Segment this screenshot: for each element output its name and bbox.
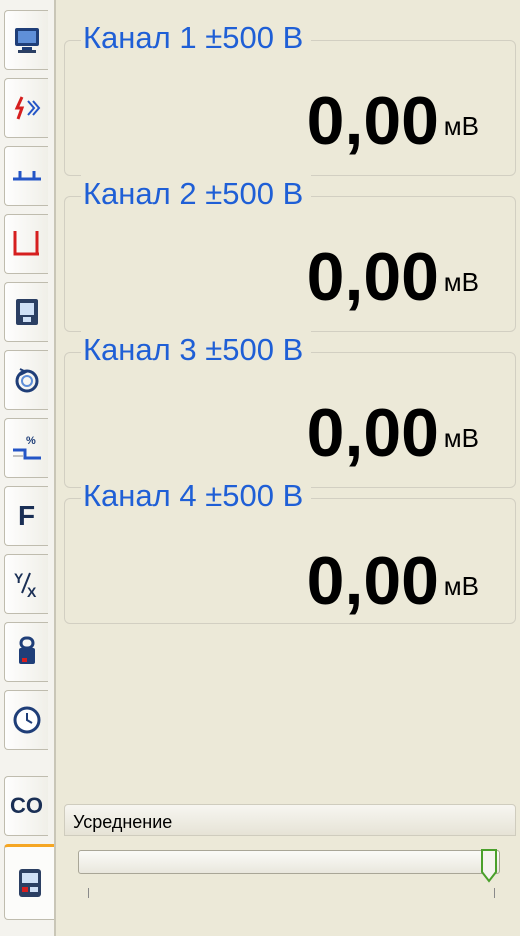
svg-text:Y: Y [14,570,24,586]
pulse-high-icon [13,231,39,256]
tab-device[interactable] [4,282,48,342]
channel-1-unit: мВ [443,111,479,141]
slider-tick-max [494,888,495,898]
channel-2-panel: Канал 2 ±500 В 0,00 мВ [64,175,516,332]
tab-rotate[interactable] [4,350,48,410]
channel-3-panel: Канал 3 ±500 В 0,00 мВ [64,331,516,488]
channel-2-value: 0,00 [306,239,439,315]
averaging-slider-thumb[interactable] [480,848,498,884]
channel-3-unit: мВ [443,423,479,453]
rotate-icon [15,368,38,393]
tab-switch[interactable] [4,78,48,138]
tab-frequency[interactable]: F [4,486,48,546]
channel-4-title: Канал 4 ±500 В [81,477,312,515]
svg-text:X: X [27,584,37,599]
co-icon: CO [10,793,43,818]
slider-tick-min [88,888,89,898]
tab-probe[interactable] [4,622,48,682]
monitor-icon [14,28,39,53]
channel-4-panel: Канал 4 ±500 В 0,00 мВ [64,477,516,624]
svg-text:%: % [26,435,36,447]
tool-tab-strip: % F Y X CO [0,0,56,936]
switch-arrows-icon [14,96,40,120]
pulse-low-icon [12,171,41,181]
channel-4-unit: мВ [443,571,479,601]
channel-1-title: Канал 1 ±500 В [81,19,312,57]
percent-signal-icon: % [12,435,41,460]
channel-1-value: 0,00 [306,83,439,159]
averaging-slider-track[interactable] [78,850,500,874]
channel-4-value: 0,00 [306,543,439,619]
channel-1-panel: Канал 1 ±500 В 0,00 мВ [64,19,516,176]
tab-ratio[interactable]: Y X [4,554,48,614]
averaging-label: Усреднение [73,812,173,832]
channel-3-value: 0,00 [306,395,439,471]
frequency-icon: F [17,500,36,531]
meter-icon [18,869,41,897]
averaging-header: Усреднение [64,804,516,836]
clock-icon [13,706,40,734]
channel-3-title: Канал 3 ±500 В [81,331,312,369]
tab-clock[interactable] [4,690,48,750]
channel-2-title: Канал 2 ±500 В [81,175,312,213]
tab-percent-signal[interactable]: % [4,418,48,478]
tab-monitor[interactable] [4,10,48,70]
tab-co[interactable]: CO [4,776,48,836]
ratio-icon: Y X [14,570,37,599]
probe-icon [18,636,35,664]
tab-pulse-high[interactable] [4,214,48,274]
device-icon [15,299,38,325]
tab-pulse-low[interactable] [4,146,48,206]
tab-meter[interactable] [4,844,54,920]
channel-2-unit: мВ [443,267,479,297]
